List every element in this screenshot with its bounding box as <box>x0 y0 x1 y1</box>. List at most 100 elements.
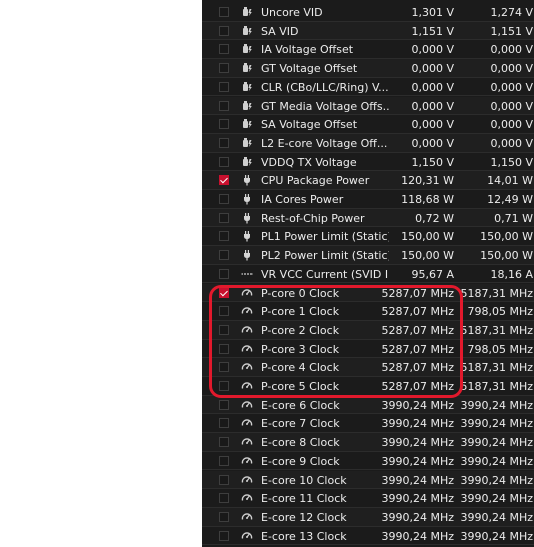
table-row[interactable]: E-core 10 Clock 3990,24 MHz 3990,24 MHz <box>202 470 534 490</box>
row-checkbox[interactable] <box>219 362 229 373</box>
sensor-label: GT Media Voltage Offs... <box>261 99 389 113</box>
table-row[interactable]: IA Voltage Offset 0,000 V 0,000 V <box>202 40 534 60</box>
row-checkbox[interactable] <box>219 343 229 354</box>
row-checkbox[interactable] <box>219 231 229 242</box>
table-row[interactable]: P-core 1 Clock 5287,07 MHz 798,05 MHz <box>202 302 534 321</box>
sensor-label: IA Cores Power <box>261 193 344 206</box>
row-checkbox[interactable] <box>219 474 229 485</box>
sensor-label: P-core 2 Clock <box>261 323 340 337</box>
table-row[interactable]: PL1 Power Limit (Static) 150,00 W 150,00 W <box>202 227 534 247</box>
table-row[interactable]: E-core 12 Clock 3990,24 MHz 3990,24 MHz <box>202 507 534 527</box>
row-checkbox[interactable] <box>219 455 229 466</box>
row-checkbox[interactable] <box>219 381 229 391</box>
table-row[interactable]: E-core 8 Clock 3990,24 MHz 3990,24 MHz <box>202 433 534 452</box>
voltage-icon <box>241 118 253 130</box>
row-checkbox[interactable] <box>219 44 229 55</box>
sensor-current-value: 0,000 V <box>411 99 454 113</box>
sensor-current-value: 120,31 W <box>401 174 454 188</box>
sensor-min-value: 150,00 W <box>480 230 533 244</box>
sensor-current-value: 3990,24 MHz <box>381 454 454 468</box>
row-checkbox[interactable] <box>219 137 229 148</box>
blank-left-area <box>0 0 202 547</box>
sensor-min-value: 1,151 V <box>490 24 533 38</box>
sensor-min-value: 1,274 V <box>490 6 533 19</box>
table-row[interactable]: PL2 Power Limit (Static) 150,00 W 150,00 W <box>202 246 534 265</box>
sensor-current-value: 3990,24 MHz <box>381 473 454 487</box>
sensor-current-value: 3990,24 MHz <box>381 398 454 412</box>
power-plug-icon <box>241 174 253 186</box>
sensor-current-value: 5287,07 MHz <box>381 323 454 337</box>
sensor-min-value: 18,16 A <box>490 267 533 281</box>
table-row[interactable]: E-core 11 Clock 3990,24 MHz 3990,24 MHz <box>202 489 534 508</box>
table-row[interactable]: GT Media Voltage Offs... 0,000 V 0,000 V <box>202 96 534 116</box>
sensor-min-value: 5187,31 MHz <box>460 380 533 393</box>
row-checkbox[interactable] <box>219 100 229 111</box>
table-row[interactable]: IA Cores Power 118,68 W 12,49 W <box>202 190 534 209</box>
table-row[interactable]: E-core 6 Clock 3990,24 MHz 3990,24 MHz <box>202 395 534 415</box>
row-checkbox[interactable] <box>219 324 229 335</box>
table-row[interactable]: E-core 9 Clock 3990,24 MHz 3990,24 MHz <box>202 452 534 471</box>
row-checkbox[interactable] <box>219 119 229 130</box>
sensor-label: E-core 12 Clock <box>261 510 347 524</box>
sensor-min-value: 0,000 V <box>490 136 533 150</box>
row-checkbox[interactable] <box>219 212 229 223</box>
row-checkbox[interactable] <box>219 25 229 36</box>
table-row[interactable]: P-core 4 Clock 5287,07 MHz 5187,31 MHz <box>202 358 534 377</box>
row-checkbox[interactable] <box>219 175 229 186</box>
row-checkbox[interactable] <box>219 530 229 541</box>
table-row[interactable]: P-core 0 Clock 5287,07 MHz 5187,31 MHz <box>202 283 534 303</box>
row-checkbox[interactable] <box>219 250 229 261</box>
row-checkbox[interactable] <box>219 399 229 410</box>
row-checkbox[interactable] <box>219 7 229 17</box>
sensor-min-value: 0,000 V <box>490 62 533 76</box>
table-row[interactable]: VDDQ TX Voltage 1,150 V 1,150 V <box>202 153 534 172</box>
table-row[interactable]: P-core 5 Clock 5287,07 MHz 5187,31 MHz <box>202 377 534 396</box>
table-row[interactable]: SA VID 1,151 V 1,151 V <box>202 21 534 41</box>
sensor-current-value: 0,000 V <box>411 80 454 94</box>
row-checkbox[interactable] <box>219 194 229 204</box>
sensor-min-value: 3990,24 MHz <box>460 492 533 506</box>
row-checkbox[interactable] <box>219 156 229 167</box>
row-checkbox[interactable] <box>219 268 229 279</box>
voltage-icon <box>241 62 253 74</box>
table-row[interactable]: Uncore VID 1,301 V 1,274 V <box>202 3 534 22</box>
clock-gauge-icon <box>241 305 253 317</box>
sensor-min-value: 5187,31 MHz <box>460 286 533 300</box>
sensor-label: P-core 1 Clock <box>261 305 340 319</box>
sensor-min-value: 150,00 W <box>480 249 533 263</box>
row-checkbox[interactable] <box>219 493 229 504</box>
sensor-current-value: 150,00 W <box>401 249 454 263</box>
sensor-current-value: 5287,07 MHz <box>381 286 454 300</box>
table-row[interactable]: GT Voltage Offset 0,000 V 0,000 V <box>202 59 534 78</box>
row-checkbox[interactable] <box>219 81 229 92</box>
sensor-min-value: 0,000 V <box>490 80 533 94</box>
row-checkbox[interactable] <box>219 418 229 429</box>
table-row[interactable]: P-core 3 Clock 5287,07 MHz 798,05 MHz <box>202 340 534 359</box>
table-row[interactable]: VR VCC Current (SVID I... 95,67 A 18,16 A <box>202 265 534 284</box>
row-checkbox[interactable] <box>219 306 229 317</box>
sensor-current-value: 5287,07 MHz <box>381 380 454 393</box>
table-row[interactable]: E-core 13 Clock 3990,24 MHz 3990,24 MHz <box>202 527 534 546</box>
table-row[interactable]: CLR (CBo/LLC/Ring) V... 0,000 V 0,000 V <box>202 78 534 97</box>
row-checkbox[interactable] <box>219 63 229 74</box>
sensor-min-value: 3990,24 MHz <box>460 473 533 487</box>
table-row[interactable]: SA Voltage Offset 0,000 V 0,000 V <box>202 115 534 134</box>
table-row[interactable]: CPU Package Power 120,31 W 14,01 W <box>202 171 534 190</box>
table-row[interactable]: Rest-of-Chip Power 0,72 W 0,71 W <box>202 208 534 228</box>
sensor-label: Uncore VID <box>261 6 323 19</box>
sensor-label: SA Voltage Offset <box>261 118 358 132</box>
voltage-icon <box>241 43 253 55</box>
sensor-current-value: 0,000 V <box>411 62 454 76</box>
clock-gauge-icon <box>241 399 253 411</box>
sensor-min-value: 798,05 MHz <box>467 305 533 319</box>
row-checkbox[interactable] <box>219 287 229 298</box>
clock-gauge-icon <box>241 287 253 299</box>
table-row[interactable]: L2 E-core Voltage Off... 0,000 V 0,000 V <box>202 133 534 153</box>
sensor-label: P-core 0 Clock <box>261 286 340 300</box>
table-row[interactable]: E-core 7 Clock 3990,24 MHz 3990,24 MHz <box>202 414 534 434</box>
row-checkbox[interactable] <box>219 511 229 522</box>
sensor-label: SA VID <box>261 24 299 38</box>
sensor-min-value: 0,000 V <box>490 99 533 113</box>
table-row[interactable]: P-core 2 Clock 5287,07 MHz 5187,31 MHz <box>202 320 534 340</box>
row-checkbox[interactable] <box>219 437 229 448</box>
